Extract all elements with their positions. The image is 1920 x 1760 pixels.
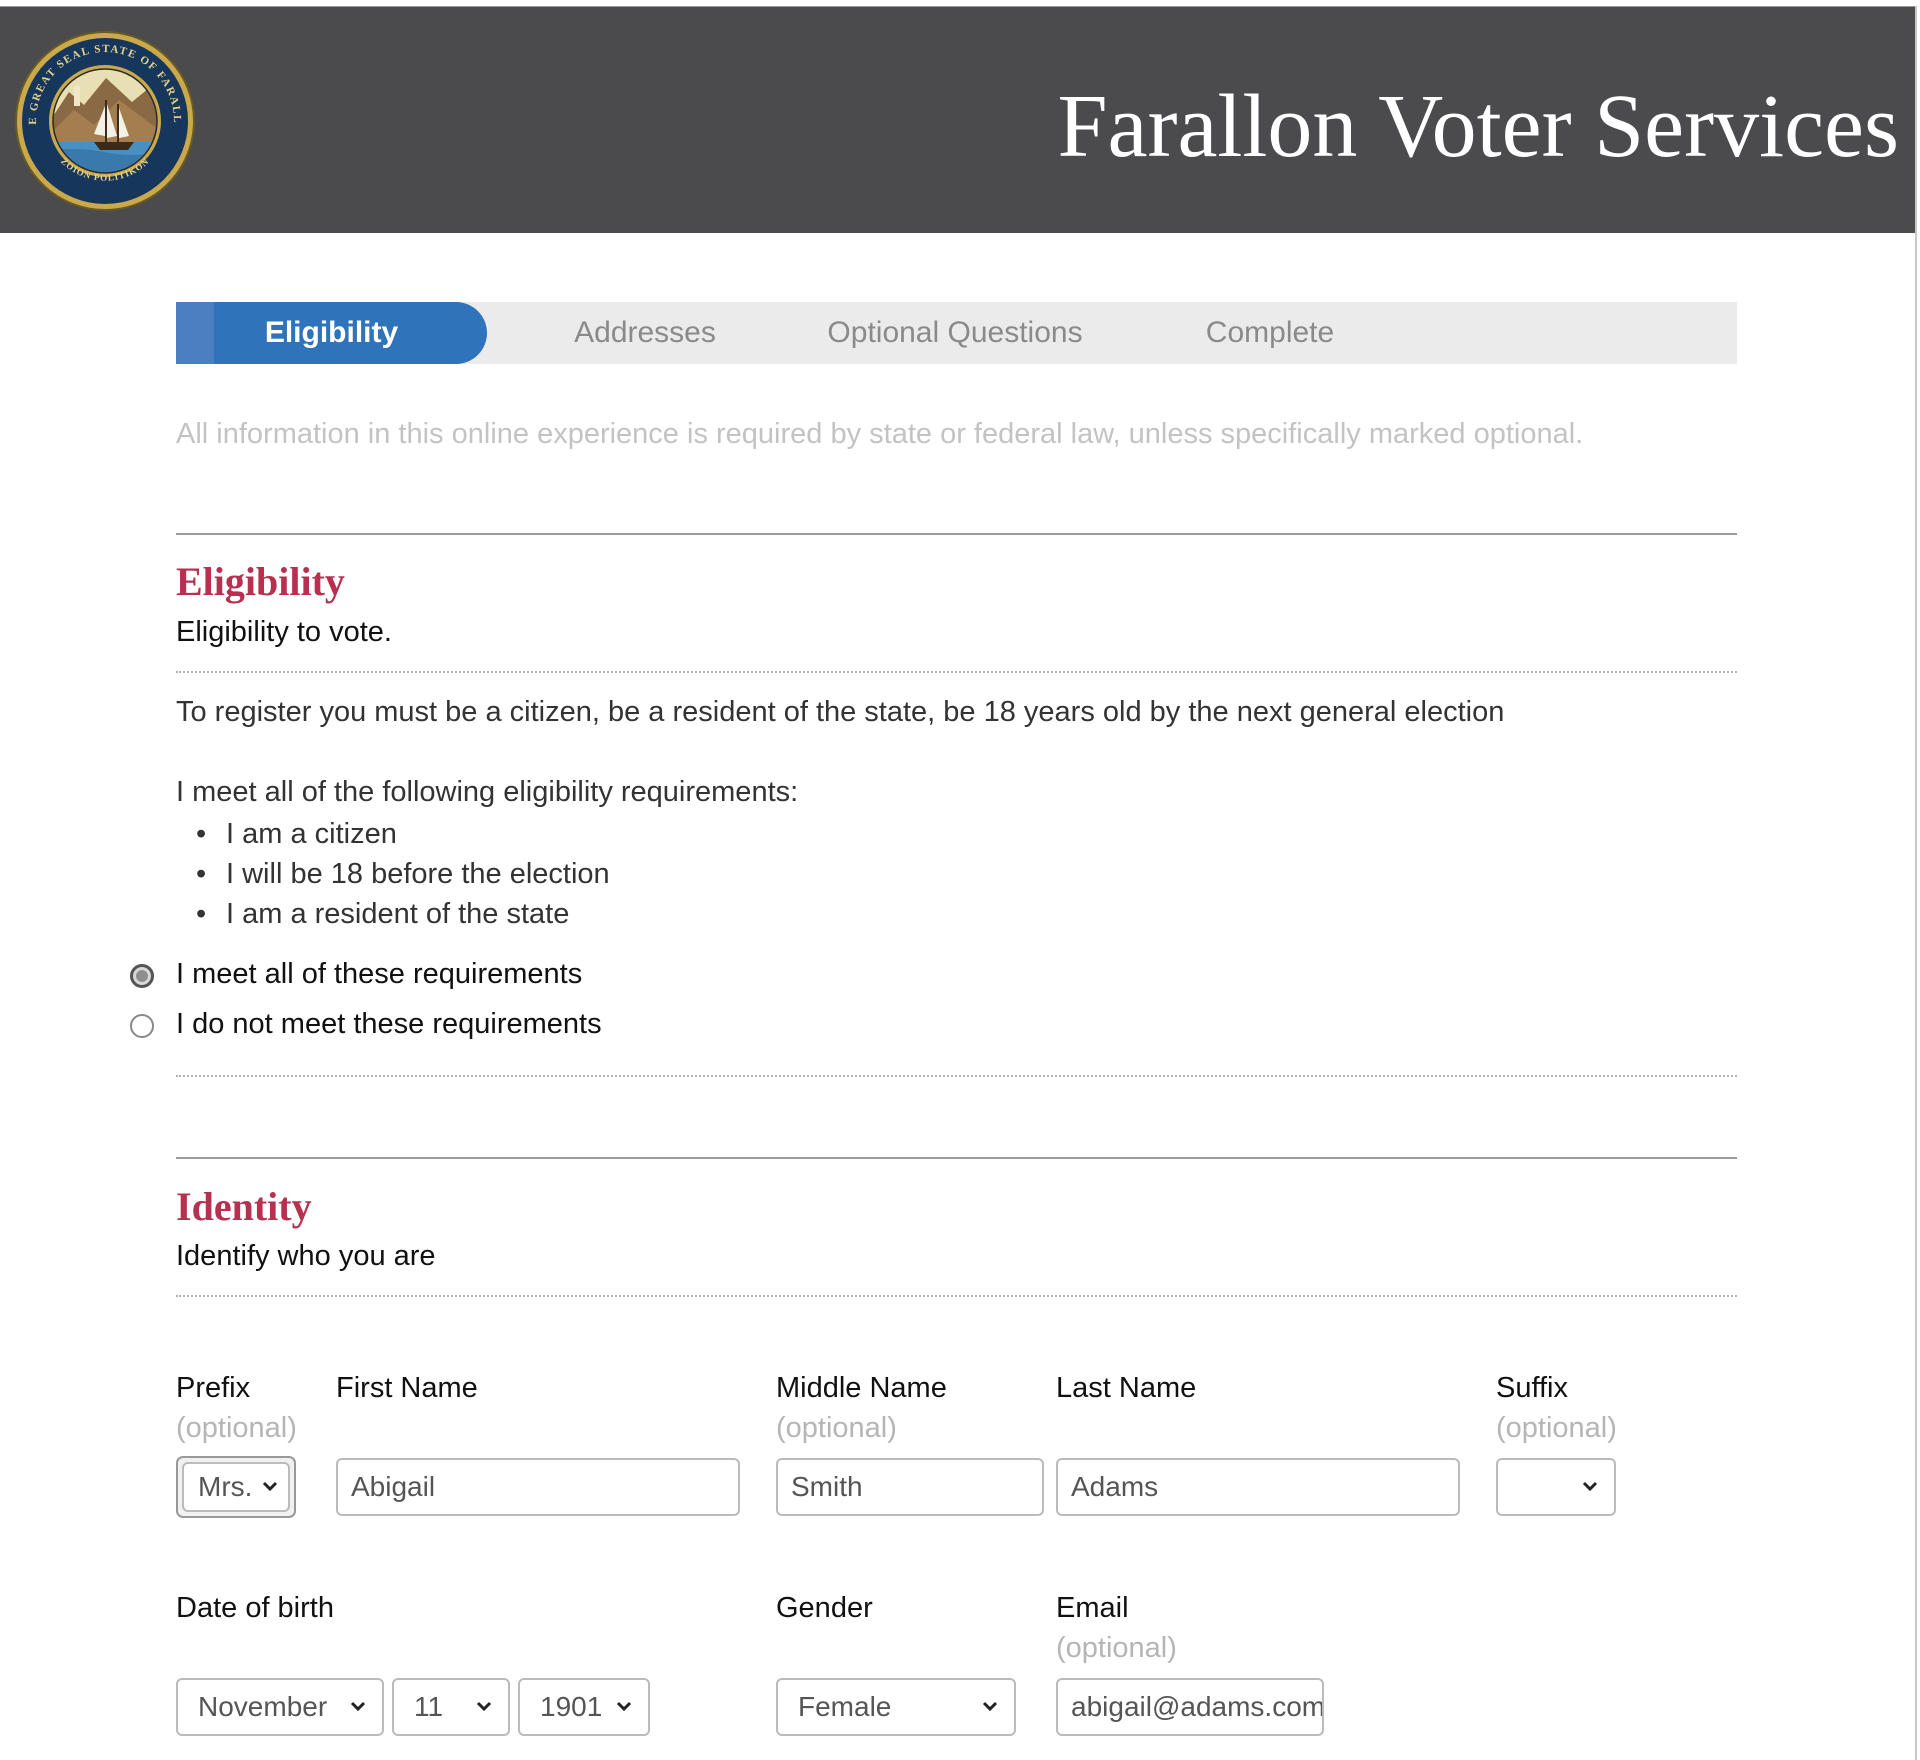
radio-label[interactable]: I do not meet these requirements [176,1008,602,1041]
requirement-item: I will be 18 before the election [196,858,610,891]
middle-name-label: Middle Name [776,1372,947,1404]
radio-button[interactable] [130,1014,154,1038]
suffix-select[interactable] [1496,1458,1616,1516]
step-addresses[interactable]: Addresses [530,302,760,364]
dob-day-value: 11 [414,1691,444,1722]
radio-label[interactable]: I meet all of these requirements [176,958,582,991]
middle-name-input[interactable]: Smith [776,1458,1044,1516]
dob-label: Date of birth [176,1592,334,1624]
dotted-divider [176,1295,1737,1297]
dob-month-select[interactable]: November [176,1678,384,1736]
dob-month-value: November [198,1691,328,1722]
eligibility-heading: Eligibility [176,559,345,604]
dob-day-select[interactable]: 11 [392,1678,510,1736]
prefix-select-value: Mrs. [198,1471,253,1502]
eligibility-description: To register you must be a citizen, be a … [176,696,1505,728]
prefix-label: Prefix [176,1372,251,1404]
requirement-item: I am a resident of the state [196,898,569,931]
identity-heading: Identity [176,1184,312,1229]
dob-year-value: 1901 [540,1691,603,1722]
radio-button-checked[interactable] [130,964,154,988]
section-divider [176,1157,1737,1159]
email-input[interactable]: abigail@adams.com [1056,1678,1324,1736]
step-eligibility[interactable]: Eligibility [176,302,487,364]
site-title: Farallon Voter Services [1057,77,1899,176]
middle-name-optional-label: (optional) [776,1412,897,1444]
dotted-divider [176,1075,1737,1077]
email-optional-label: (optional) [1056,1632,1177,1664]
dotted-divider [176,671,1737,673]
chevron-down-icon [982,1701,998,1712]
required-info-note: All information in this online experienc… [176,418,1584,450]
step-complete[interactable]: Complete [1160,302,1380,364]
chevron-down-icon [1582,1481,1598,1492]
prefix-select[interactable]: Mrs. [182,1462,290,1512]
dob-year-select[interactable]: 1901 [518,1678,650,1736]
suffix-label: Suffix [1496,1372,1569,1404]
last-name-input[interactable]: Adams [1056,1458,1460,1516]
chevron-down-icon [616,1701,632,1712]
eligibility-subtitle: Eligibility to vote. [176,616,392,648]
identity-subtitle: Identify who you are [176,1240,436,1272]
requirement-item: I am a citizen [196,818,397,851]
email-label: Email [1056,1592,1129,1624]
first-name-input[interactable]: Abigail [336,1458,740,1516]
last-name-label: Last Name [1056,1372,1197,1404]
gender-select[interactable]: Female [776,1678,1016,1736]
chevron-down-icon [350,1701,366,1712]
chevron-down-icon [262,1481,278,1492]
step-optional-questions[interactable]: Optional Questions [810,302,1100,364]
section-divider [176,533,1737,535]
first-name-label: First Name [336,1372,478,1404]
gender-select-value: Female [798,1691,892,1722]
gender-label: Gender [776,1592,873,1624]
requirements-intro: I meet all of the following eligibility … [176,776,799,808]
suffix-optional-label: (optional) [1496,1412,1617,1444]
chevron-down-icon [476,1701,492,1712]
state-seal-logo: THE GREAT SEAL STATE OF FARALLON ZOION P… [14,30,195,211]
prefix-optional-label: (optional) [176,1412,297,1444]
page-edge [1915,6,1917,1760]
